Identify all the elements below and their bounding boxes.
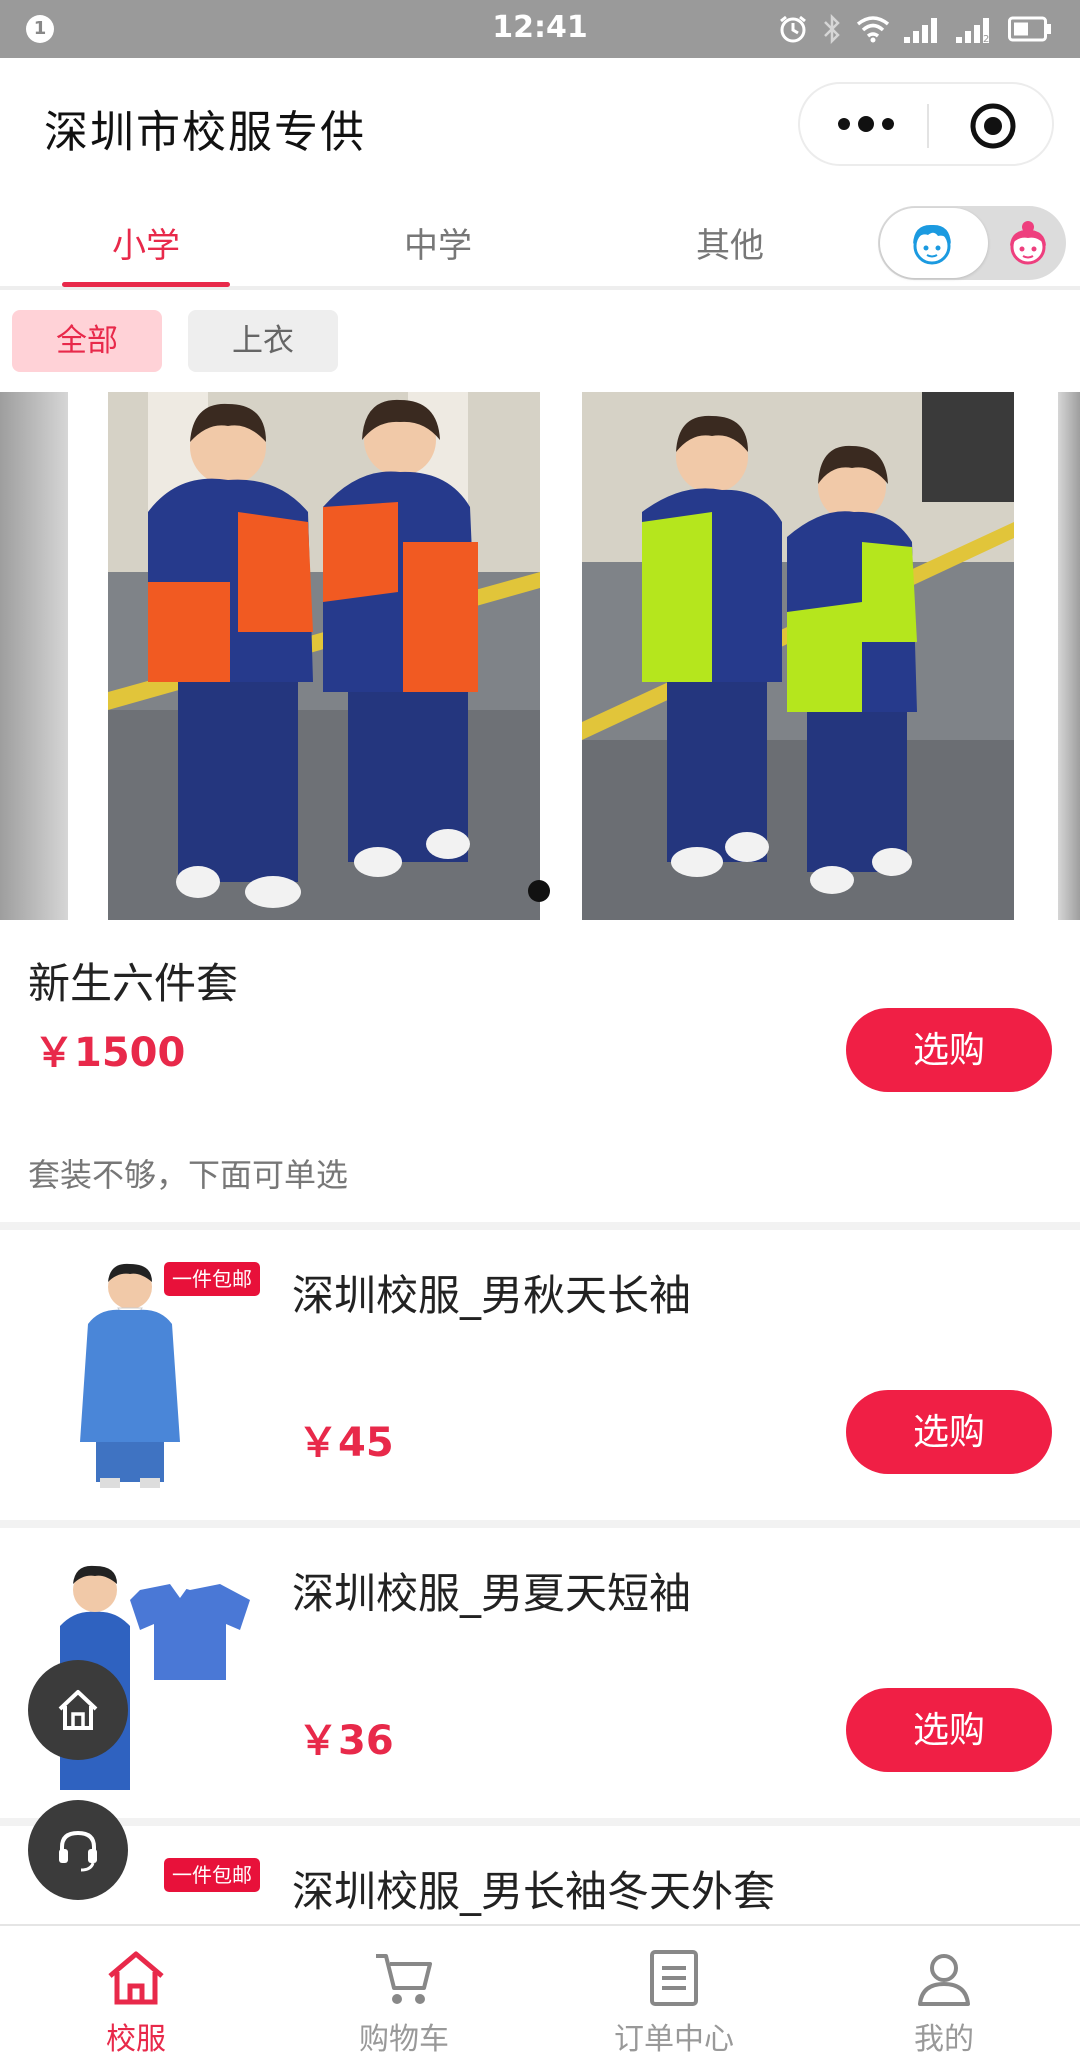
home-outline-icon xyxy=(58,1690,98,1730)
featured-buy-button[interactable]: 选购 xyxy=(846,1008,1052,1092)
close-mini-program-icon[interactable] xyxy=(968,101,1018,151)
carousel-photo-next xyxy=(1058,392,1080,920)
status-icons: 2 xyxy=(778,12,1052,46)
product-price: ￥36 xyxy=(298,1718,394,1764)
more-menu-icon[interactable] xyxy=(834,104,898,144)
product-row[interactable]: 一件包邮 深圳校服_男秋天长袖 ￥45 选购 xyxy=(0,1230,1080,1520)
nav-label: 校服 xyxy=(106,2022,166,2057)
product-price: ￥45 xyxy=(298,1420,394,1466)
product-buy-button[interactable]: 选购 xyxy=(846,1688,1052,1772)
product-row[interactable]: 深圳校服_男夏天短袖 ￥36 选购 xyxy=(0,1528,1080,1818)
customer-service-float-button[interactable] xyxy=(28,1800,128,1900)
nav-label: 我的 xyxy=(914,2022,974,2057)
product-name: 深圳校服_男夏天短袖 xyxy=(292,1569,692,1618)
user-icon xyxy=(918,1954,970,2006)
product-name: 深圳校服_男长袖冬天外套 xyxy=(292,1867,776,1916)
wifi-icon xyxy=(856,16,890,43)
product-buy-button[interactable]: 选购 xyxy=(846,1390,1052,1474)
girl-icon[interactable] xyxy=(1004,220,1052,266)
home-icon xyxy=(108,1951,164,2005)
product-row[interactable]: 一件包邮 深圳校服_男长袖冬天外套 xyxy=(0,1826,1080,1924)
nav-uniform[interactable]: 校服 xyxy=(36,1926,236,2060)
status-bar: 1 12:41 2 xyxy=(0,0,1080,58)
gender-toggle[interactable] xyxy=(878,206,1066,280)
signal-2-icon: 2 xyxy=(956,18,989,43)
sim2-label: 2 xyxy=(983,34,989,43)
uniform-photo-green xyxy=(582,392,1014,920)
free-shipping-badge: 一件包邮 xyxy=(164,1262,260,1296)
page-title: 深圳市校服专供 xyxy=(44,107,366,158)
tab-middle[interactable]: 中学 xyxy=(358,218,518,267)
featured-carousel[interactable] xyxy=(0,392,1080,924)
product-name: 深圳校服_男秋天长袖 xyxy=(292,1271,692,1320)
mini-program-capsule xyxy=(798,82,1054,166)
order-list-icon xyxy=(650,1950,698,2006)
carousel-indicator-dot xyxy=(528,880,550,902)
carousel-photo-prev xyxy=(0,392,68,920)
bottom-tab-bar: 校服 购物车 订单中心 我的 xyxy=(0,1924,1080,2060)
mini-program-header: 深圳市校服专供 xyxy=(0,58,1080,190)
free-shipping-badge: 一件包邮 xyxy=(164,1858,260,1892)
nav-cart[interactable]: 购物车 xyxy=(304,1926,504,2060)
bluetooth-icon xyxy=(824,14,840,44)
category-filters: 全部 上衣 xyxy=(0,294,1080,384)
cart-icon xyxy=(376,1954,432,2004)
home-float-button[interactable] xyxy=(28,1660,128,1760)
battery-icon xyxy=(1008,16,1051,42)
nav-label: 订单中心 xyxy=(614,2022,734,2057)
nav-orders[interactable]: 订单中心 xyxy=(574,1926,774,2060)
alarm-icon xyxy=(780,15,806,43)
featured-set-price: ￥1500 xyxy=(34,1030,186,1076)
nav-mine[interactable]: 我的 xyxy=(844,1926,1044,2060)
nav-label: 购物车 xyxy=(359,2022,449,2057)
boy-icon[interactable] xyxy=(908,220,956,266)
single-item-hint: 套装不够，下面可单选 xyxy=(28,1156,349,1194)
filter-all[interactable]: 全部 xyxy=(12,310,162,372)
capsule-divider xyxy=(927,104,929,148)
uniform-photo-orange xyxy=(108,392,540,920)
tab-primary[interactable]: 小学 xyxy=(66,218,226,267)
signal-icon xyxy=(904,18,937,43)
section-divider xyxy=(0,1222,1080,1230)
active-tab-indicator xyxy=(62,282,230,287)
tab-other[interactable]: 其他 xyxy=(650,218,810,267)
headset-icon xyxy=(59,1830,97,1872)
section-divider xyxy=(0,1520,1080,1528)
featured-set-name: 新生六件套 xyxy=(28,959,239,1008)
school-level-tabs: 小学 中学 其他 xyxy=(0,190,1080,290)
filter-tops[interactable]: 上衣 xyxy=(188,310,338,372)
section-divider xyxy=(0,1818,1080,1826)
